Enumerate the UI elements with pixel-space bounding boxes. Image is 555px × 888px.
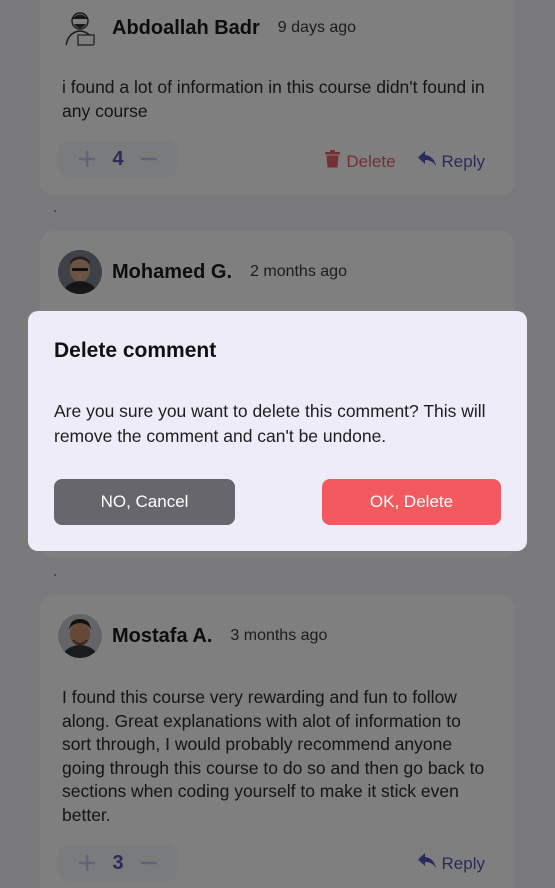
cancel-button[interactable]: NO, Cancel [54, 479, 235, 525]
dialog-message: Are you sure you want to delete this com… [54, 401, 486, 446]
delete-confirm-dialog: Delete comment Are you sure you want to … [28, 311, 527, 551]
dialog-title: Delete comment [54, 339, 217, 362]
confirm-delete-button[interactable]: OK, Delete [322, 479, 501, 525]
